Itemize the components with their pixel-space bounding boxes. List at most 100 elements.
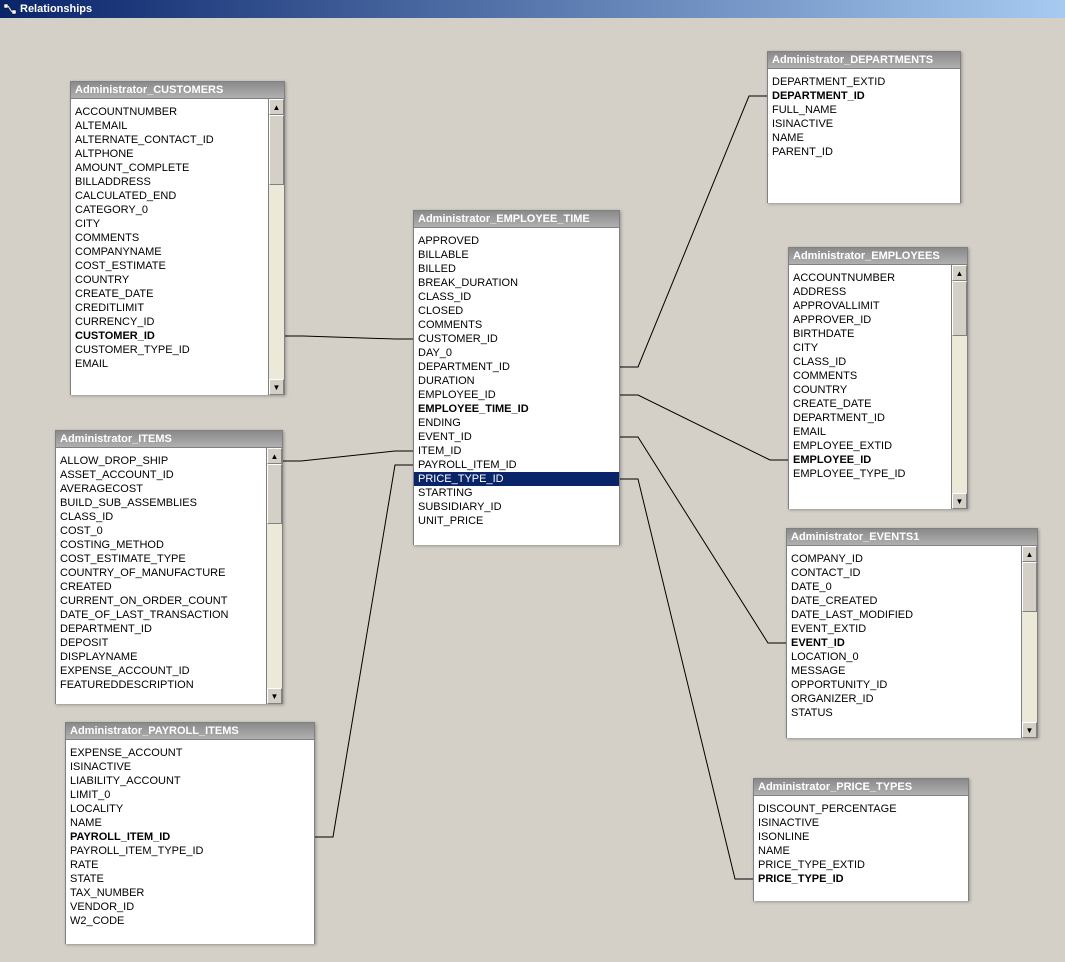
field-row[interactable]: ITEM_ID bbox=[414, 444, 619, 458]
field-row[interactable]: APPROVER_ID bbox=[789, 313, 951, 327]
field-row[interactable]: EVENT_ID bbox=[787, 636, 1021, 650]
field-row[interactable]: SUBSIDIARY_ID bbox=[414, 500, 619, 514]
field-row[interactable]: CLASS_ID bbox=[414, 290, 619, 304]
field-row[interactable]: AVERAGECOST bbox=[56, 482, 266, 496]
field-row[interactable]: LIABILITY_ACCOUNT bbox=[66, 774, 314, 788]
field-row[interactable]: EMAIL bbox=[71, 357, 268, 371]
field-row[interactable]: ALTPHONE bbox=[71, 147, 268, 161]
scroll-thumb[interactable] bbox=[1022, 562, 1037, 612]
table-header[interactable]: Administrator_PRICE_TYPES bbox=[754, 779, 968, 796]
field-row[interactable]: APPROVALLIMIT bbox=[789, 299, 951, 313]
field-row[interactable]: CURRENCY_ID bbox=[71, 315, 268, 329]
field-row[interactable]: DEPARTMENT_ID bbox=[768, 89, 960, 103]
scroll-up-button[interactable]: ▲ bbox=[1022, 546, 1037, 562]
field-row[interactable]: PAYROLL_ITEM_TYPE_ID bbox=[66, 844, 314, 858]
field-row[interactable]: EMAIL bbox=[789, 425, 951, 439]
field-row[interactable]: BILLABLE bbox=[414, 248, 619, 262]
field-row[interactable]: W2_CODE bbox=[66, 914, 314, 928]
table-header[interactable]: Administrator_PAYROLL_ITEMS bbox=[66, 723, 314, 740]
scroll-thumb[interactable] bbox=[269, 115, 284, 185]
field-row[interactable]: NAME bbox=[754, 844, 968, 858]
field-row[interactable]: EMPLOYEE_TYPE_ID bbox=[789, 467, 951, 481]
scrollbar[interactable]: ▲▼ bbox=[1021, 546, 1037, 738]
field-row[interactable]: OPPORTUNITY_ID bbox=[787, 678, 1021, 692]
field-row[interactable]: FULL_NAME bbox=[768, 103, 960, 117]
table-header[interactable]: Administrator_EMPLOYEE_TIME bbox=[414, 211, 619, 228]
scroll-track[interactable] bbox=[267, 464, 282, 688]
table-customers[interactable]: Administrator_CUSTOMERSACCOUNTNUMBERALTE… bbox=[70, 81, 285, 395]
field-list[interactable]: APPROVEDBILLABLEBILLEDBREAK_DURATIONCLAS… bbox=[414, 228, 619, 545]
field-row[interactable]: ISINACTIVE bbox=[66, 760, 314, 774]
table-employees[interactable]: Administrator_EMPLOYEESACCOUNTNUMBERADDR… bbox=[788, 247, 968, 509]
scroll-down-button[interactable]: ▼ bbox=[952, 493, 967, 509]
field-row[interactable]: DEPARTMENT_ID bbox=[56, 622, 266, 636]
field-row[interactable]: BUILD_SUB_ASSEMBLIES bbox=[56, 496, 266, 510]
scroll-up-button[interactable]: ▲ bbox=[269, 99, 284, 115]
field-row[interactable]: COMMENTS bbox=[71, 231, 268, 245]
field-row[interactable]: PAYROLL_ITEM_ID bbox=[66, 830, 314, 844]
scroll-thumb[interactable] bbox=[267, 464, 282, 524]
field-row[interactable]: COST_ESTIMATE bbox=[71, 259, 268, 273]
field-row[interactable]: CUSTOMER_ID bbox=[71, 329, 268, 343]
field-row[interactable]: MESSAGE bbox=[787, 664, 1021, 678]
table-header[interactable]: Administrator_ITEMS bbox=[56, 431, 282, 448]
field-row[interactable]: CREATE_DATE bbox=[789, 397, 951, 411]
field-row[interactable]: ISINACTIVE bbox=[768, 117, 960, 131]
field-row[interactable]: EMPLOYEE_ID bbox=[789, 453, 951, 467]
field-list[interactable]: COMPANY_IDCONTACT_IDDATE_0DATE_CREATEDDA… bbox=[787, 546, 1037, 738]
table-payroll[interactable]: Administrator_PAYROLL_ITEMSEXPENSE_ACCOU… bbox=[65, 722, 315, 944]
field-row[interactable]: PRICE_TYPE_ID bbox=[754, 872, 968, 886]
field-row[interactable]: COMPANY_ID bbox=[787, 552, 1021, 566]
field-row[interactable]: STARTING bbox=[414, 486, 619, 500]
scroll-thumb[interactable] bbox=[952, 281, 967, 336]
table-employee_time[interactable]: Administrator_EMPLOYEE_TIMEAPPROVEDBILLA… bbox=[413, 210, 620, 545]
table-events[interactable]: Administrator_EVENTS1COMPANY_IDCONTACT_I… bbox=[786, 528, 1038, 738]
field-row[interactable]: LIMIT_0 bbox=[66, 788, 314, 802]
field-row[interactable]: ALTEMAIL bbox=[71, 119, 268, 133]
field-row[interactable]: COST_ESTIMATE_TYPE bbox=[56, 552, 266, 566]
field-row[interactable]: PRICE_TYPE_ID bbox=[414, 472, 619, 486]
field-row[interactable]: EMPLOYEE_ID bbox=[414, 388, 619, 402]
field-row[interactable]: EVENT_ID bbox=[414, 430, 619, 444]
field-list[interactable]: ACCOUNTNUMBERALTEMAILALTERNATE_CONTACT_I… bbox=[71, 99, 284, 395]
table-items[interactable]: Administrator_ITEMSALLOW_DROP_SHIPASSET_… bbox=[55, 430, 283, 704]
field-row[interactable]: PRICE_TYPE_EXTID bbox=[754, 858, 968, 872]
field-row[interactable]: BREAK_DURATION bbox=[414, 276, 619, 290]
field-row[interactable]: DISCOUNT_PERCENTAGE bbox=[754, 802, 968, 816]
field-row[interactable]: DISPLAYNAME bbox=[56, 650, 266, 664]
field-row[interactable]: VENDOR_ID bbox=[66, 900, 314, 914]
field-list[interactable]: ALLOW_DROP_SHIPASSET_ACCOUNT_IDAVERAGECO… bbox=[56, 448, 282, 704]
field-row[interactable]: COMPANYNAME bbox=[71, 245, 268, 259]
field-row[interactable]: CUSTOMER_ID bbox=[414, 332, 619, 346]
field-row[interactable]: ACCOUNTNUMBER bbox=[71, 105, 268, 119]
field-row[interactable]: CUSTOMER_TYPE_ID bbox=[71, 343, 268, 357]
field-row[interactable]: CALCULATED_END bbox=[71, 189, 268, 203]
field-row[interactable]: DATE_CREATED bbox=[787, 594, 1021, 608]
scroll-up-button[interactable]: ▲ bbox=[267, 448, 282, 464]
field-row[interactable]: DATE_LAST_MODIFIED bbox=[787, 608, 1021, 622]
field-row[interactable]: PAYROLL_ITEM_ID bbox=[414, 458, 619, 472]
field-row[interactable]: EXPENSE_ACCOUNT_ID bbox=[56, 664, 266, 678]
field-row[interactable]: LOCATION_0 bbox=[787, 650, 1021, 664]
field-row[interactable]: ENDING bbox=[414, 416, 619, 430]
field-row[interactable]: NAME bbox=[768, 131, 960, 145]
field-row[interactable]: ALLOW_DROP_SHIP bbox=[56, 454, 266, 468]
scrollbar[interactable]: ▲▼ bbox=[951, 265, 967, 509]
field-row[interactable]: DATE_OF_LAST_TRANSACTION bbox=[56, 608, 266, 622]
field-row[interactable]: COMMENTS bbox=[414, 318, 619, 332]
field-row[interactable]: EVENT_EXTID bbox=[787, 622, 1021, 636]
field-row[interactable]: EMPLOYEE_EXTID bbox=[789, 439, 951, 453]
field-row[interactable]: ISONLINE bbox=[754, 830, 968, 844]
scroll-track[interactable] bbox=[952, 281, 967, 493]
field-row[interactable]: CITY bbox=[789, 341, 951, 355]
table-header[interactable]: Administrator_EMPLOYEES bbox=[789, 248, 967, 265]
relationships-canvas[interactable]: Administrator_CUSTOMERSACCOUNTNUMBERALTE… bbox=[0, 18, 1065, 962]
field-row[interactable]: CLOSED bbox=[414, 304, 619, 318]
field-row[interactable]: COST_0 bbox=[56, 524, 266, 538]
field-row[interactable]: DURATION bbox=[414, 374, 619, 388]
window-titlebar[interactable]: Relationships bbox=[0, 0, 1065, 18]
field-row[interactable]: CREATE_DATE bbox=[71, 287, 268, 301]
scroll-down-button[interactable]: ▼ bbox=[267, 688, 282, 704]
field-row[interactable]: DATE_0 bbox=[787, 580, 1021, 594]
scroll-down-button[interactable]: ▼ bbox=[1022, 722, 1037, 738]
